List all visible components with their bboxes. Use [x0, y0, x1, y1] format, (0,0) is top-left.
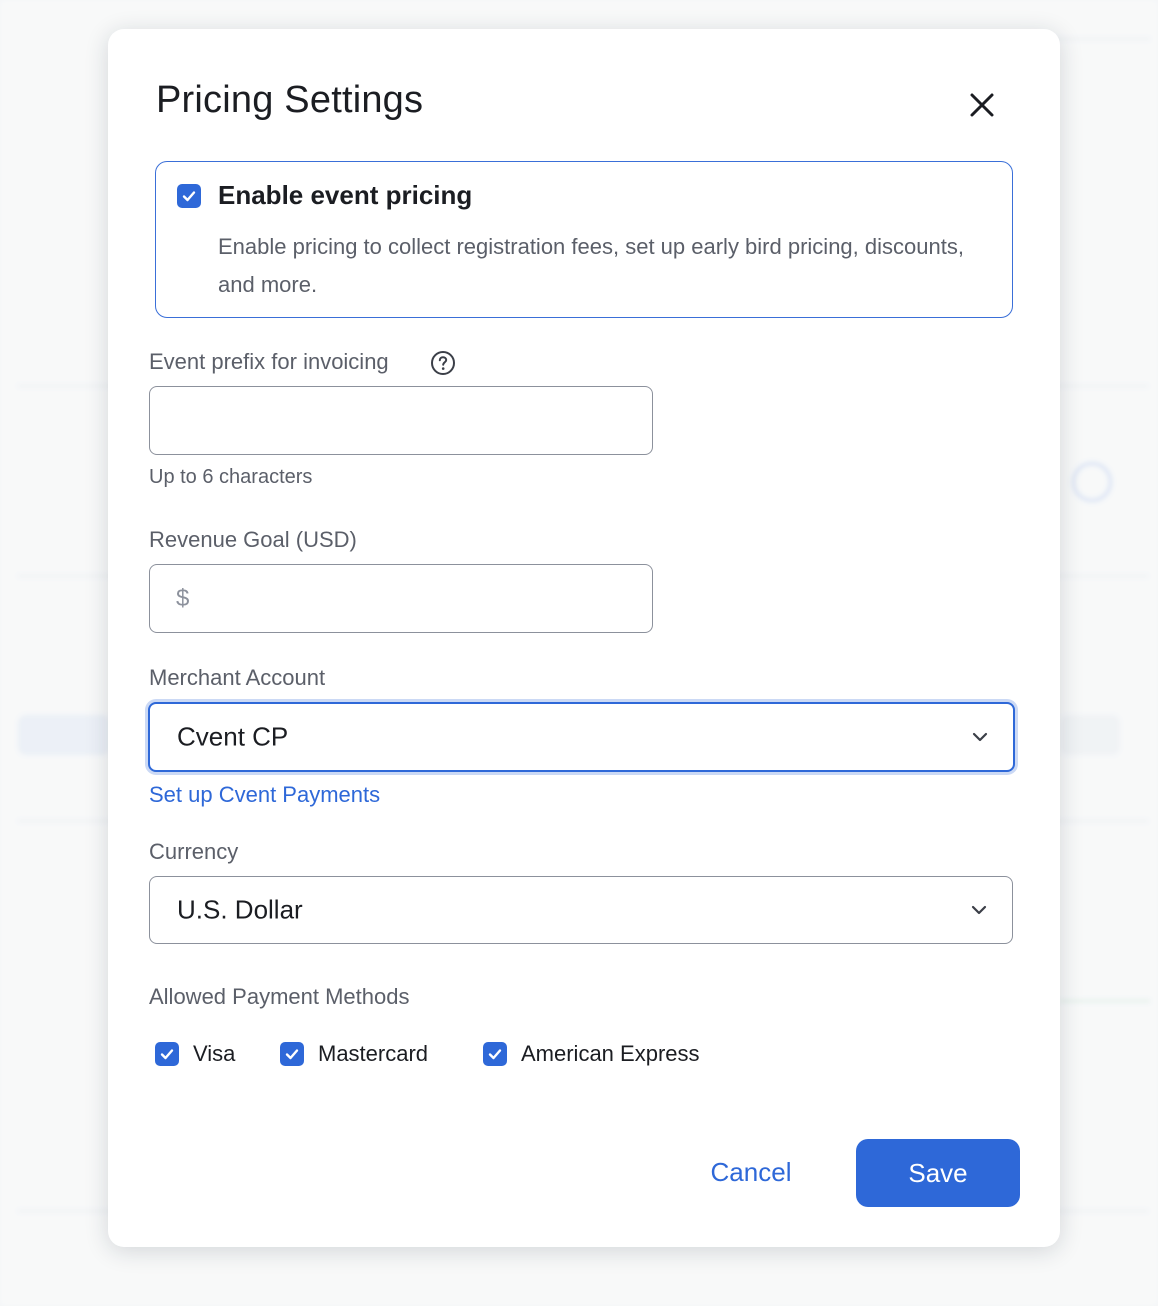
enable-pricing-label[interactable]: Enable event pricing [218, 180, 472, 211]
payment-method-american-express[interactable]: American Express [483, 1041, 700, 1067]
american-express-checkbox[interactable] [483, 1042, 507, 1066]
revenue-goal-field[interactable] [149, 564, 653, 633]
currency-label: Currency [149, 839, 239, 864]
enable-pricing-description: Enable pricing to collect registration f… [218, 234, 964, 297]
merchant-account-select[interactable]: Cvent CP [148, 702, 1015, 772]
revenue-goal-label: Revenue Goal (USD) [149, 527, 357, 552]
checkmark-icon [285, 1049, 299, 1060]
question-circle-icon[interactable] [430, 350, 456, 376]
close-button[interactable] [960, 83, 1004, 127]
merchant-account-value: Cvent CP [177, 721, 289, 752]
payment-method-visa[interactable]: Visa [155, 1041, 235, 1067]
chevron-down-icon [972, 732, 988, 742]
event-prefix-label: Event prefix for invoicing [149, 349, 389, 374]
mastercard-label[interactable]: Mastercard [318, 1041, 428, 1067]
currency-select[interactable]: U.S. Dollar [149, 876, 1013, 944]
enable-pricing-checkbox[interactable] [177, 184, 201, 208]
event-prefix-field[interactable] [149, 386, 653, 455]
payment-method-mastercard[interactable]: Mastercard [280, 1041, 428, 1067]
event-prefix-hint: Up to 6 characters [149, 466, 313, 488]
visa-label[interactable]: Visa [193, 1041, 235, 1067]
setup-cvent-payments-link[interactable]: Set up Cvent Payments [149, 782, 380, 808]
pricing-settings-dialog: Pricing Settings Enable event pricing En… [108, 29, 1060, 1247]
cancel-button[interactable]: Cancel [700, 1139, 802, 1205]
save-button[interactable]: Save [856, 1139, 1020, 1207]
event-prefix-input[interactable] [150, 387, 652, 454]
payment-methods-label: Allowed Payment Methods [149, 984, 410, 1009]
checkmark-icon [160, 1049, 174, 1060]
enable-pricing-panel: Enable event pricing Enable pricing to c… [155, 161, 1013, 318]
merchant-account-label: Merchant Account [149, 665, 326, 690]
currency-value: U.S. Dollar [177, 894, 303, 925]
revenue-goal-input[interactable] [150, 565, 652, 632]
close-icon [970, 93, 994, 117]
visa-checkbox[interactable] [155, 1042, 179, 1066]
chevron-down-icon [971, 905, 987, 915]
checkmark-icon [488, 1049, 502, 1060]
checkmark-icon [182, 191, 196, 202]
mastercard-checkbox[interactable] [280, 1042, 304, 1066]
american-express-label[interactable]: American Express [521, 1041, 700, 1067]
dialog-title: Pricing Settings [156, 79, 424, 121]
